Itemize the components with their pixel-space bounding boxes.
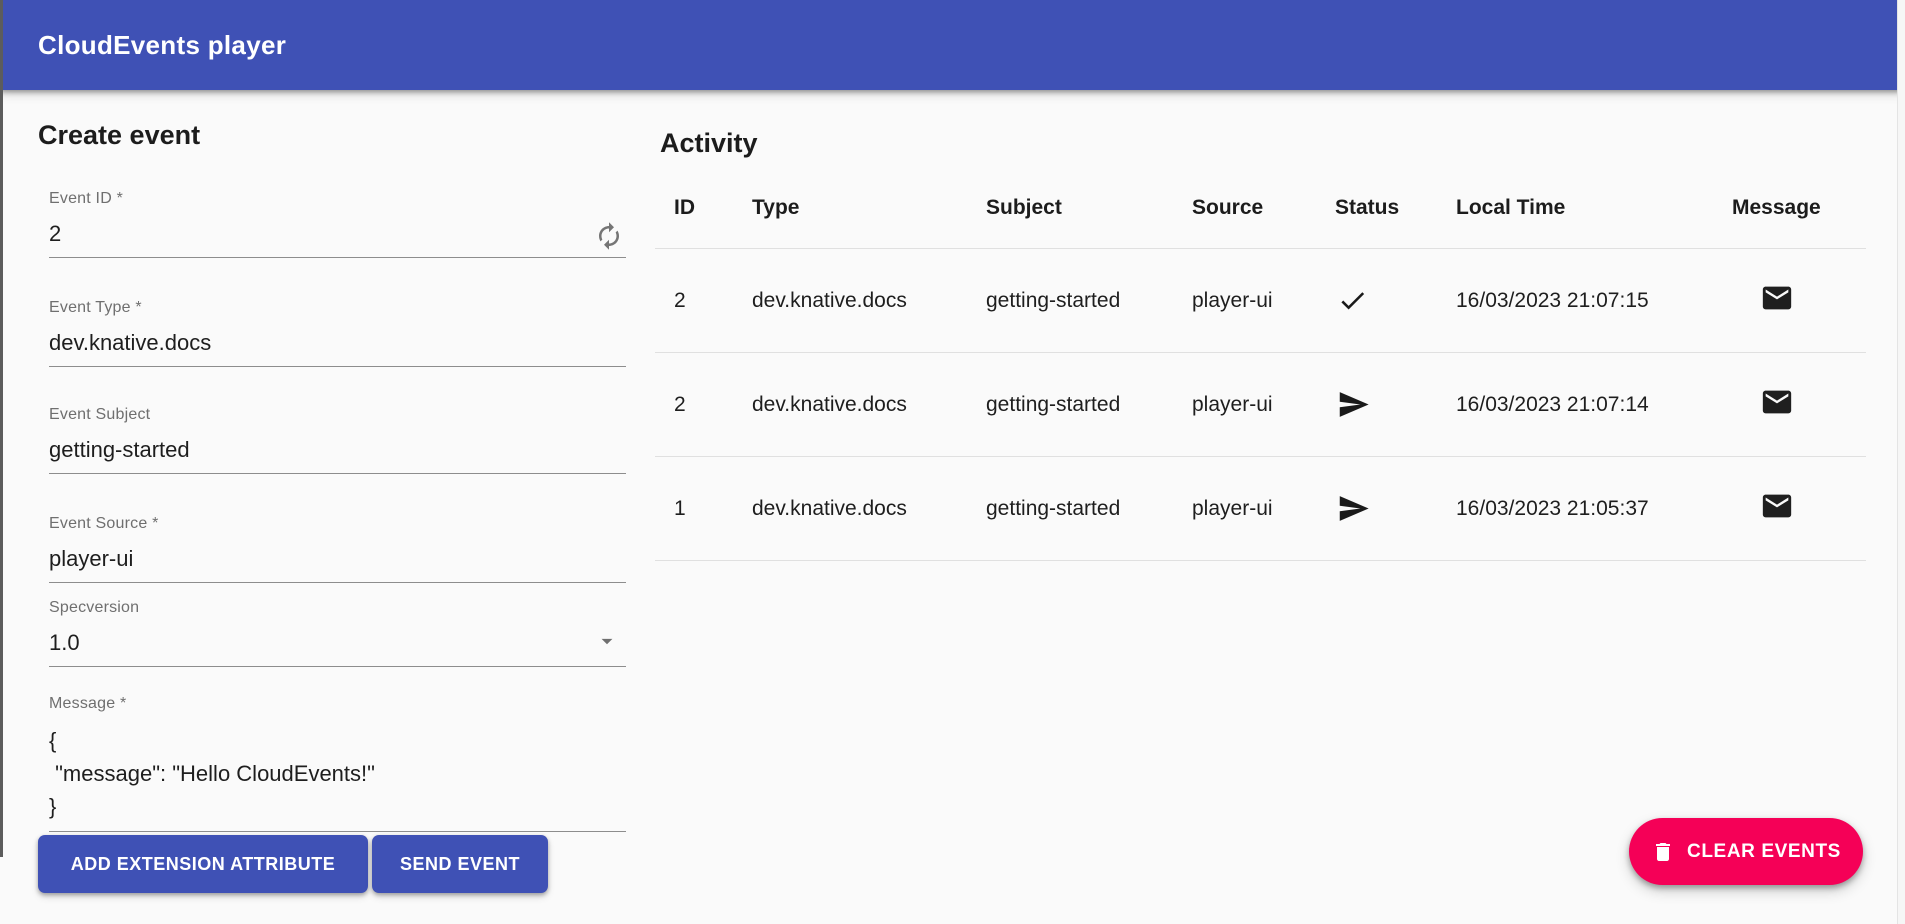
cell-id: 2 [674, 393, 752, 417]
create-event-panel: Create event Event ID * 2 Event Type * d… [38, 112, 630, 902]
event-type-field[interactable]: Event Type * dev.knative.docs [49, 299, 626, 367]
send-icon [1335, 492, 1456, 525]
cell-source: player-ui [1192, 393, 1335, 417]
cell-subject: getting-started [986, 393, 1192, 417]
event-id-label: Event ID * [49, 190, 626, 208]
column-header-subject: Subject [986, 196, 1192, 220]
specversion-select[interactable]: 1.0 [49, 628, 626, 666]
chevron-down-icon[interactable] [594, 628, 620, 654]
cell-type: dev.knative.docs [752, 289, 986, 313]
event-source-label: Event Source * [49, 515, 626, 533]
app-title: CloudEvents player [38, 0, 286, 90]
column-header-message: Message [1732, 196, 1866, 220]
cell-local-time: 16/03/2023 21:05:37 [1456, 497, 1732, 521]
event-source-input[interactable]: player-ui [49, 544, 626, 582]
cell-subject: getting-started [986, 497, 1192, 521]
vertical-scrollbar[interactable] [1897, 0, 1905, 924]
event-id-field[interactable]: Event ID * 2 [49, 190, 626, 258]
event-source-field[interactable]: Event Source * player-ui [49, 515, 626, 583]
cell-type: dev.knative.docs [752, 393, 986, 417]
event-subject-label: Event Subject [49, 406, 626, 424]
table-row[interactable]: 2 dev.knative.docs getting-started playe… [655, 249, 1866, 353]
send-icon [1335, 388, 1456, 421]
message-textarea[interactable]: { "message": "Hello CloudEvents!" } [49, 724, 626, 831]
column-header-status: Status [1335, 196, 1456, 220]
check-icon [1335, 285, 1456, 316]
clear-events-label: CLEAR EVENTS [1687, 841, 1841, 863]
activity-table: ID Type Subject Source Status Local Time… [655, 168, 1866, 561]
clear-events-button[interactable]: CLEAR EVENTS [1629, 818, 1863, 885]
email-icon[interactable] [1760, 385, 1794, 419]
cell-id: 1 [674, 497, 752, 521]
event-subject-field[interactable]: Event Subject getting-started [49, 406, 626, 474]
email-icon[interactable] [1760, 489, 1794, 523]
email-icon[interactable] [1760, 281, 1794, 315]
column-header-type: Type [752, 196, 986, 220]
event-id-input[interactable]: 2 [49, 219, 626, 257]
event-type-input[interactable]: dev.knative.docs [49, 328, 626, 366]
app-bar: CloudEvents player [0, 0, 1905, 90]
autorenew-icon[interactable] [594, 221, 624, 251]
send-event-button[interactable]: SEND EVENT [372, 835, 548, 893]
window-left-edge [0, 0, 3, 857]
table-row[interactable]: 2 dev.knative.docs getting-started playe… [655, 353, 1866, 457]
add-extension-attribute-button[interactable]: ADD EXTENSION ATTRIBUTE [38, 835, 368, 893]
specversion-field[interactable]: Specversion 1.0 [49, 599, 626, 667]
cell-type: dev.knative.docs [752, 497, 986, 521]
create-event-heading: Create event [38, 120, 200, 151]
event-type-label: Event Type * [49, 299, 626, 317]
cell-local-time: 16/03/2023 21:07:15 [1456, 289, 1732, 313]
cell-source: player-ui [1192, 289, 1335, 313]
form-button-row: ADD EXTENSION ATTRIBUTE SEND EVENT [38, 835, 548, 893]
column-header-id: ID [674, 196, 752, 220]
table-row[interactable]: 1 dev.knative.docs getting-started playe… [655, 457, 1866, 561]
cell-id: 2 [674, 289, 752, 313]
message-label: Message * [49, 695, 626, 713]
cell-local-time: 16/03/2023 21:07:14 [1456, 393, 1732, 417]
specversion-label: Specversion [49, 599, 626, 617]
message-field[interactable]: Message * { "message": "Hello CloudEvent… [49, 695, 626, 832]
cell-subject: getting-started [986, 289, 1192, 313]
trash-icon [1651, 840, 1675, 864]
activity-heading: Activity [660, 128, 758, 159]
column-header-local-time: Local Time [1456, 196, 1732, 220]
table-header-row: ID Type Subject Source Status Local Time… [655, 168, 1866, 249]
event-subject-input[interactable]: getting-started [49, 435, 626, 473]
cell-source: player-ui [1192, 497, 1335, 521]
column-header-source: Source [1192, 196, 1335, 220]
